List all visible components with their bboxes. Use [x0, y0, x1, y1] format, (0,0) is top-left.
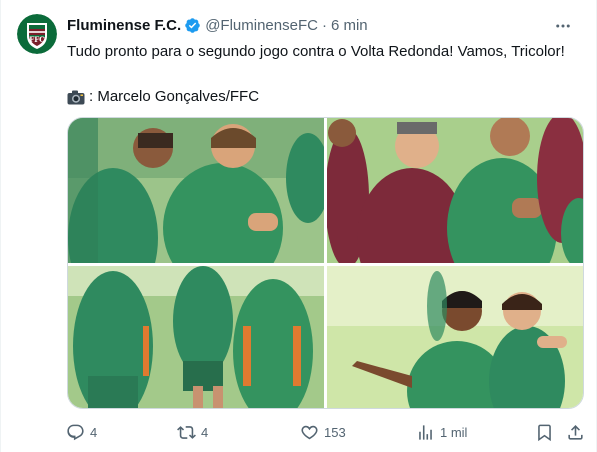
photo-players-back-icon: [68, 266, 324, 408]
views-icon: [419, 424, 432, 440]
share-button[interactable]: [566, 420, 585, 444]
credit-text: : Marcelo Gonçalves/FFC: [89, 88, 260, 105]
reply-button[interactable]: 4: [66, 420, 97, 444]
like-button[interactable]: 153: [300, 420, 346, 444]
media-image-4[interactable]: [327, 266, 583, 408]
fluminense-crest-icon: FFC: [17, 14, 57, 54]
timestamp[interactable]: 6 min: [331, 17, 368, 34]
author-name[interactable]: Fluminense F.C.: [67, 17, 181, 34]
action-bar: 4 4 153 1 mil: [61, 420, 586, 444]
retweet-count: 4: [201, 424, 209, 440]
author-handle[interactable]: @FluminenseFC: [205, 17, 318, 34]
media-image-3[interactable]: [68, 266, 324, 408]
media-image-2[interactable]: [327, 118, 583, 263]
share-icon: [568, 424, 583, 440]
verified-badge-icon: [184, 17, 201, 34]
views-button[interactable]: 1 mil: [416, 420, 467, 444]
tweet-header: Fluminense F.C. @FluminenseFC · 6 min: [67, 14, 584, 36]
retweet-icon: [177, 425, 196, 439]
views-count: 1 mil: [440, 424, 468, 440]
reply-count: 4: [90, 424, 98, 440]
photo-credit: : Marcelo Gonçalves/FFC: [67, 87, 259, 107]
photo-players-pointing-icon: [327, 266, 583, 408]
like-count: 153: [324, 424, 346, 440]
reply-icon: [67, 424, 84, 440]
retweet-button[interactable]: 4: [177, 420, 208, 444]
tweet-text: Tudo pronto para o segundo jogo contra o…: [67, 42, 582, 62]
svg-text:FFC: FFC: [29, 35, 45, 44]
media-image-1[interactable]: [68, 118, 324, 263]
more-horizontal-icon[interactable]: [552, 18, 574, 34]
tweet-body: Tudo pronto para o segundo jogo contra o…: [67, 43, 565, 60]
photo-coach-player-icon: [327, 118, 583, 263]
tweet-card[interactable]: FFC Fluminense F.C. @FluminenseFC · 6 mi…: [0, 0, 597, 452]
avatar[interactable]: FFC: [17, 14, 57, 54]
media-grid[interactable]: [67, 117, 584, 409]
camera-icon: [67, 90, 85, 105]
photo-players-training-icon: [68, 118, 324, 263]
separator-dot: ·: [321, 16, 327, 34]
bookmark-button[interactable]: [535, 420, 554, 444]
bookmark-icon: [538, 424, 551, 441]
like-icon: [301, 425, 318, 439]
